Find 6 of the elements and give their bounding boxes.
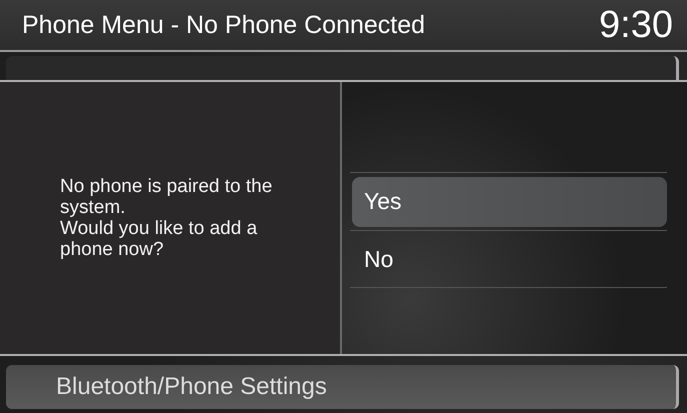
dialog-message: No phone is paired to the system. Would you like to add a phone now? (60, 176, 274, 260)
option-button[interactable]: Yes (352, 176, 667, 226)
option-button[interactable]: No (352, 234, 667, 284)
menu-item[interactable]: Bluetooth/Phone Settings (6, 365, 679, 409)
screen-title: Phone Menu - No Phone Connected (22, 10, 426, 40)
clock-time: 9:30 (599, 4, 673, 46)
